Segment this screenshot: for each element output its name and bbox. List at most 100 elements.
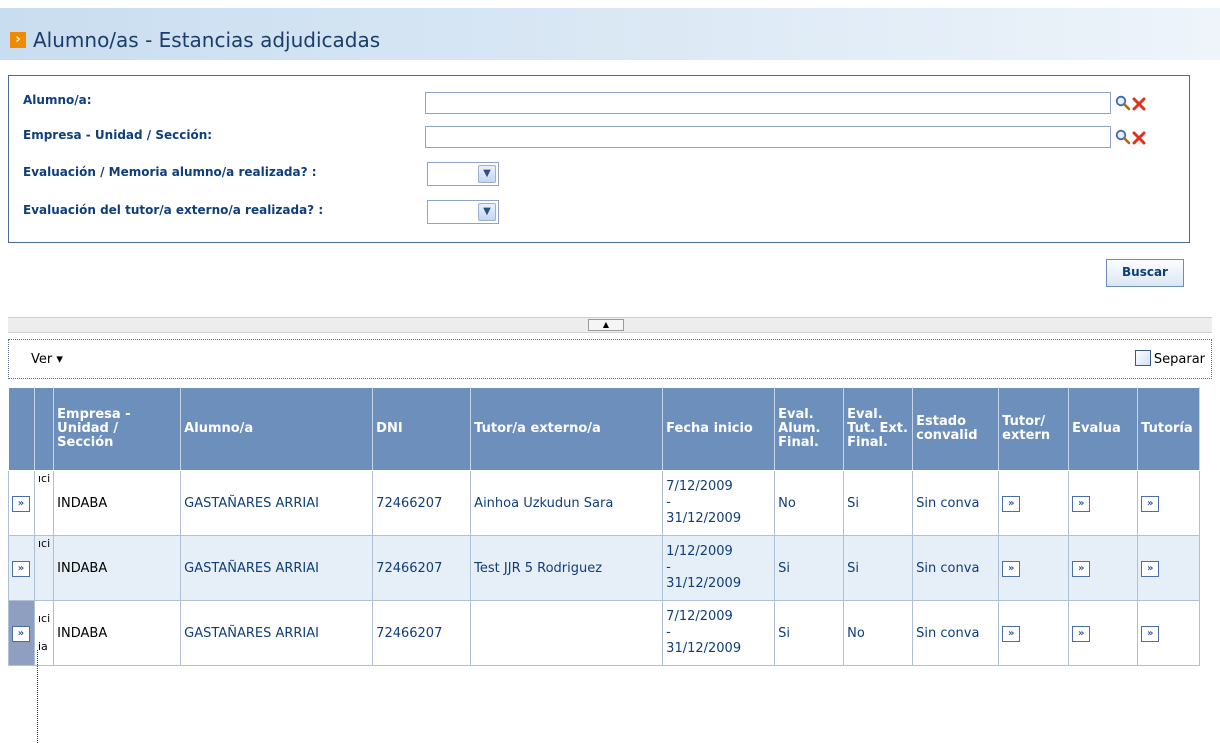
table-row[interactable]: » ıci INDABA GASTAÑARES ARRIAI 72466207 … bbox=[8, 470, 1201, 536]
fecha-inicio: 7/12/2009 bbox=[666, 609, 733, 624]
go-arrow-icon[interactable]: » bbox=[12, 625, 30, 642]
cell-eval-tut: Si bbox=[843, 535, 914, 601]
table-header-row: Empresa - Unidad / Sección Alumno/a DNI … bbox=[8, 387, 1201, 471]
col-header-dni[interactable]: DNI bbox=[372, 387, 472, 471]
fecha-inicio: 1/12/2009 bbox=[666, 544, 733, 559]
alumno-input[interactable] bbox=[425, 92, 1111, 114]
go-arrow-icon[interactable]: » bbox=[1141, 625, 1160, 642]
cell-tutor-externo-action[interactable]: » bbox=[998, 535, 1070, 601]
row-open-cell[interactable]: » bbox=[8, 535, 35, 601]
cell-tutoria-action[interactable]: » bbox=[1137, 535, 1201, 601]
go-arrow-icon[interactable]: » bbox=[1072, 560, 1091, 577]
page-title: Alumno/as - Estancias adjudicadas bbox=[33, 28, 381, 52]
cell-empresa: INDABA bbox=[53, 600, 182, 666]
cell-evalua-action[interactable]: » bbox=[1068, 535, 1139, 601]
col-header-tutoria[interactable]: Tutoría bbox=[1137, 387, 1201, 471]
cell-fecha: 1/12/2009-31/12/2009 bbox=[662, 535, 776, 601]
eval-memoria-label: Evaluación / Memoria alumno/a realizada?… bbox=[23, 165, 317, 179]
go-arrow-icon[interactable]: » bbox=[1141, 560, 1160, 577]
go-arrow-icon[interactable]: » bbox=[1002, 560, 1021, 577]
cell-tutoria-action[interactable]: » bbox=[1137, 600, 1201, 666]
cell-eval-alum: Si bbox=[774, 535, 845, 601]
cell-fecha: 7/12/2009-31/12/2009 bbox=[662, 600, 776, 666]
col-header-eval-alum[interactable]: Eval. Alum. Final. bbox=[774, 387, 845, 471]
go-arrow-icon[interactable]: » bbox=[1141, 495, 1160, 512]
cell-dni: 72466207 bbox=[372, 535, 472, 601]
cell-alumno: GASTAÑARES ARRIAI bbox=[180, 600, 374, 666]
col-header-evalua[interactable]: Evalua bbox=[1068, 387, 1139, 471]
fecha-inicio: 7/12/2009 bbox=[666, 479, 733, 494]
col-header-empresa-text: Empresa - Unidad / Sección bbox=[57, 407, 131, 450]
cell-estado: Sin conva bbox=[912, 470, 1000, 536]
col-header-alumno[interactable]: Alumno/a bbox=[180, 387, 374, 471]
go-arrow-icon[interactable]: » bbox=[12, 495, 30, 512]
buscar-button[interactable]: Buscar bbox=[1106, 259, 1184, 287]
col-header-empresa[interactable]: Empresa - Unidad / Sección bbox=[53, 387, 182, 471]
magnifier-icon[interactable] bbox=[1115, 129, 1131, 145]
table-row[interactable]: » ıci INDABA GASTAÑARES ARRIAI 72466207 … bbox=[8, 535, 1201, 601]
go-arrow-icon[interactable]: » bbox=[1072, 625, 1091, 642]
fecha-separator: - bbox=[666, 495, 671, 510]
cell-eval-tut: Si bbox=[843, 470, 914, 536]
chevron-down-icon[interactable]: ▼ bbox=[478, 203, 496, 221]
empresa-input[interactable] bbox=[425, 126, 1111, 148]
ver-menu[interactable]: Ver ▾ bbox=[31, 352, 63, 367]
col-header-estado[interactable]: Estado convalid bbox=[912, 387, 1000, 471]
cell-estado: Sin conva bbox=[912, 600, 1000, 666]
panel-splitter[interactable]: ▲ bbox=[8, 317, 1212, 333]
col-header-tutor-externo[interactable]: Tutor/ extern bbox=[998, 387, 1070, 471]
separar-button[interactable]: Separar bbox=[1134, 350, 1205, 367]
cell-evalua-action[interactable]: » bbox=[1068, 470, 1139, 536]
row-fragment: ıci bbox=[33, 535, 55, 601]
empresa-label: Empresa - Unidad / Sección: bbox=[23, 128, 213, 142]
magnifier-icon[interactable] bbox=[1115, 95, 1131, 111]
cell-eval-alum: No bbox=[774, 470, 845, 536]
row-fragment-bottom: ia bbox=[38, 640, 48, 653]
cell-estado: Sin conva bbox=[912, 535, 1000, 601]
separar-label: Separar bbox=[1153, 352, 1205, 367]
orange-arrow-icon: › bbox=[10, 32, 26, 48]
cell-dni: 72466207 bbox=[372, 470, 472, 536]
eval-memoria-select[interactable]: ▼ bbox=[427, 162, 499, 186]
cell-alumno: GASTAÑARES ARRIAI bbox=[180, 470, 374, 536]
cell-evalua-action[interactable]: » bbox=[1068, 600, 1139, 666]
cell-empresa: INDABA bbox=[53, 535, 182, 601]
cell-tutor-externo-action[interactable]: » bbox=[998, 470, 1070, 536]
fecha-fin: 31/12/2009 bbox=[666, 576, 742, 591]
go-arrow-icon[interactable]: » bbox=[1002, 495, 1021, 512]
table-row[interactable]: » ıci ia INDABA GASTAÑARES ARRIAI 7246620… bbox=[8, 600, 1201, 666]
go-arrow-icon[interactable]: » bbox=[1072, 495, 1091, 512]
col-header-tutor-externo-text: Tutor/ extern bbox=[1002, 414, 1051, 443]
cell-tutor-externo-action[interactable]: » bbox=[998, 600, 1070, 666]
col-header-hidden[interactable] bbox=[33, 387, 55, 471]
cell-tutor: Test JJR 5 Rodriguez bbox=[470, 535, 664, 601]
col-header-eval-tut-text: Eval. Tut. Ext. Final. bbox=[847, 407, 908, 450]
row-open-cell[interactable]: » bbox=[8, 600, 35, 666]
row-fragment-top: ıci bbox=[38, 612, 51, 625]
cell-eval-alum: Si bbox=[774, 600, 845, 666]
col-header-eval-tut[interactable]: Eval. Tut. Ext. Final. bbox=[843, 387, 914, 471]
row-fragment: ıci bbox=[33, 470, 55, 536]
collapse-arrow-icon[interactable]: ▲ bbox=[588, 319, 624, 331]
go-arrow-icon[interactable]: » bbox=[12, 560, 30, 577]
cell-eval-tut: No bbox=[843, 600, 914, 666]
cell-dni: 72466207 bbox=[372, 600, 472, 666]
fecha-fin: 31/12/2009 bbox=[666, 641, 742, 656]
results-table: Empresa - Unidad / Sección Alumno/a DNI … bbox=[8, 387, 1201, 666]
fecha-separator: - bbox=[666, 625, 671, 640]
page-header: › Alumno/as - Estancias adjudicadas bbox=[0, 8, 1220, 60]
go-arrow-icon[interactable]: » bbox=[1002, 625, 1021, 642]
eval-tutor-select[interactable]: ▼ bbox=[427, 200, 499, 224]
cell-fecha: 7/12/2009-31/12/2009 bbox=[662, 470, 776, 536]
row-open-cell[interactable]: » bbox=[8, 470, 35, 536]
cell-tutoria-action[interactable]: » bbox=[1137, 470, 1201, 536]
col-header-fecha[interactable]: Fecha inicio bbox=[662, 387, 776, 471]
red-x-icon[interactable] bbox=[1131, 96, 1147, 112]
grid-toolbar: Ver ▾ Separar bbox=[8, 339, 1212, 379]
eval-tutor-label: Evaluación del tutor/a externo/a realiza… bbox=[23, 203, 324, 217]
red-x-icon[interactable] bbox=[1131, 130, 1147, 146]
chevron-down-icon[interactable]: ▼ bbox=[478, 165, 496, 183]
detach-window-icon bbox=[1134, 350, 1151, 366]
col-header-tutor[interactable]: Tutor/a externo/a bbox=[470, 387, 664, 471]
cell-tutor: Ainhoa Uzkudun Sara bbox=[470, 470, 664, 536]
